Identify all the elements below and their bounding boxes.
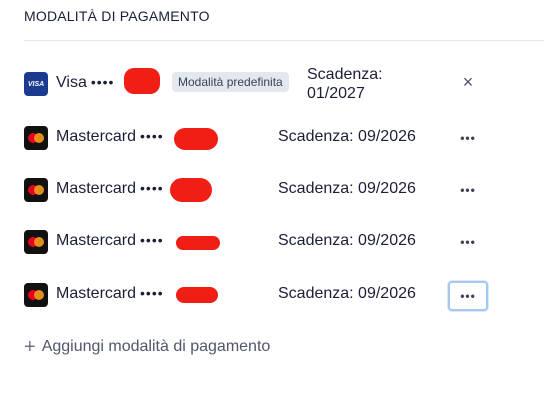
redaction-mark	[176, 287, 218, 303]
add-payment-method-link[interactable]: + Aggiungi modalità di pagamento	[24, 336, 270, 359]
card-options-button[interactable]: •••	[450, 177, 486, 203]
plus-icon: +	[24, 336, 36, 358]
payment-card-row: Mastercard •••• Scadenza: 09/2026 •••	[24, 222, 544, 262]
card-mask: ••••	[140, 128, 164, 144]
card-expiry: Scadenza: 09/2026	[278, 180, 416, 197]
card-expiry: Scadenza: 09/2026	[278, 128, 416, 145]
payment-card-row: Mastercard •••• Scadenza: 09/2026 •••	[24, 118, 544, 158]
mastercard-logo-icon	[24, 230, 48, 254]
section-divider	[24, 40, 544, 41]
redaction-mark	[170, 178, 212, 202]
card-brand: Mastercard	[56, 232, 137, 249]
more-options-icon: •••	[460, 131, 476, 145]
card-mask: ••••	[140, 180, 164, 196]
redaction-mark	[176, 236, 220, 250]
more-options-icon: •••	[460, 235, 476, 249]
card-brand: Visa	[56, 74, 87, 91]
redaction-mark	[174, 128, 218, 150]
add-payment-label: Aggiungi modalità di pagamento	[41, 338, 271, 355]
redaction-mark	[124, 68, 160, 94]
close-icon: ×	[462, 71, 474, 92]
mastercard-logo-icon	[24, 178, 48, 202]
payment-card-row-visa: VISA Visa •••• Modalità predefinita Scade…	[24, 62, 544, 102]
more-options-icon: •••	[460, 289, 476, 303]
card-brand: Mastercard	[56, 285, 137, 302]
payment-card-row: Mastercard •••• Scadenza: 09/2026 •••	[24, 170, 544, 210]
card-options-button[interactable]: •••	[450, 125, 486, 151]
card-mask: ••••	[140, 285, 164, 301]
more-options-icon: •••	[460, 183, 476, 197]
section-title: MODALITÀ DI PAGAMENTO	[24, 8, 210, 24]
card-name: Mastercard ••••	[56, 285, 164, 303]
card-mask: ••••	[140, 232, 164, 248]
card-options-button[interactable]: •••	[450, 229, 486, 255]
payment-card-row: Mastercard •••• Scadenza: 09/2026 •••	[24, 275, 544, 315]
mastercard-logo-icon	[24, 126, 48, 150]
payment-methods-section: MODALITÀ DI PAGAMENTO VISA Visa •••• Moda…	[0, 0, 544, 414]
remove-card-button[interactable]: ×	[450, 69, 486, 95]
card-brand: Mastercard	[56, 128, 137, 145]
card-name: Mastercard ••••	[56, 232, 164, 250]
card-brand: Mastercard	[56, 180, 137, 197]
mastercard-logo-icon	[24, 283, 48, 307]
default-badge: Modalità predefinita	[172, 72, 289, 92]
card-options-button[interactable]: •••	[448, 281, 488, 311]
card-expiry: Scadenza: 09/2026	[278, 232, 416, 249]
card-name: Mastercard ••••	[56, 180, 164, 198]
visa-logo-icon: VISA	[24, 72, 48, 96]
card-expiry: Scadenza: 01/2027	[307, 66, 383, 102]
card-mask: ••••	[90, 74, 115, 90]
card-name: Visa ••••	[56, 74, 114, 92]
card-expiry: Scadenza: 09/2026	[278, 285, 416, 302]
card-name: Mastercard ••••	[56, 128, 164, 146]
